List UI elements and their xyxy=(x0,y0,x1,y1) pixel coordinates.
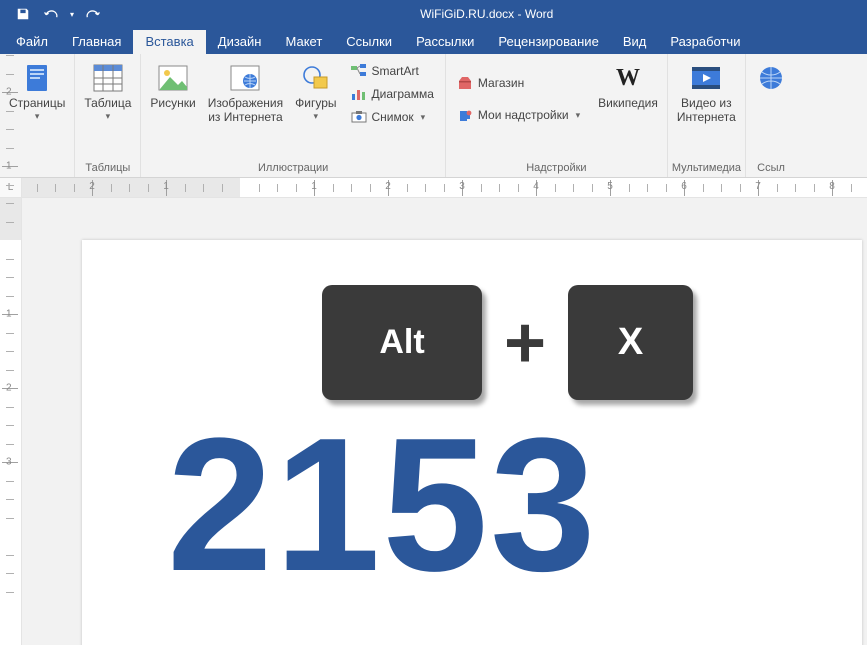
online-video-button[interactable]: Видео из Интернета xyxy=(672,58,741,125)
pictures-label: Рисунки xyxy=(150,96,195,110)
key-combo-graphic: Alt + X xyxy=(322,285,822,400)
title-bar: ▾ WiFiGiD.RU.docx - Word xyxy=(0,0,867,28)
tab-insert[interactable]: Вставка xyxy=(133,30,205,54)
x-key-graphic: X xyxy=(568,285,693,400)
table-label: Таблица xyxy=(84,96,131,110)
shapes-button[interactable]: Фигуры ▾ xyxy=(290,58,341,123)
group-addins: Магазин Мои надстройки ▾ W Википедия Над… xyxy=(446,54,668,177)
tab-view[interactable]: Вид xyxy=(611,30,659,54)
tab-home[interactable]: Главная xyxy=(60,30,133,54)
pictures-button[interactable]: Рисунки xyxy=(145,58,200,111)
work-area: 21123 Alt + X 2153 xyxy=(0,198,867,645)
tab-review[interactable]: Рецензирование xyxy=(486,30,610,54)
tab-developer[interactable]: Разработчи xyxy=(658,30,752,54)
document-name: WiFiGiD.RU.docx xyxy=(420,7,514,21)
plus-symbol: + xyxy=(504,307,546,379)
chevron-down-icon: ▾ xyxy=(421,112,426,123)
store-button[interactable]: Магазин xyxy=(452,72,585,94)
smartart-label: SmartArt xyxy=(372,64,419,78)
smartart-icon xyxy=(351,63,367,79)
table-button[interactable]: Таблица ▾ xyxy=(79,58,136,123)
chevron-down-icon: ▾ xyxy=(314,111,319,122)
page-viewport: Alt + X 2153 xyxy=(22,198,867,645)
screenshot-icon xyxy=(351,109,367,125)
my-addins-label: Мои надстройки xyxy=(478,108,569,122)
online-picture-icon xyxy=(229,62,261,94)
undo-dropdown[interactable]: ▾ xyxy=(66,3,78,25)
online-pictures-label: Изображения из Интернета xyxy=(208,96,283,124)
chevron-down-icon: ▾ xyxy=(35,111,40,122)
shapes-icon xyxy=(300,62,332,94)
unicode-code-text: 2153 xyxy=(167,410,822,600)
app-name: Word xyxy=(525,7,553,21)
chevron-down-icon: ▾ xyxy=(576,110,581,121)
chart-icon xyxy=(351,86,367,102)
save-icon xyxy=(16,7,30,21)
ribbon-tabstrip: Файл Главная Вставка Дизайн Макет Ссылки… xyxy=(0,28,867,54)
tab-mailings[interactable]: Рассылки xyxy=(404,30,486,54)
ruler-row: L 21123456789 xyxy=(0,178,867,198)
ruler-tab-selector[interactable]: L xyxy=(0,178,22,197)
pages-button[interactable]: Страницы ▾ xyxy=(4,58,70,123)
group-illustrations-label: Иллюстрации xyxy=(145,160,441,177)
redo-icon xyxy=(85,7,101,21)
online-pictures-button[interactable]: Изображения из Интернета xyxy=(203,58,288,125)
tab-file[interactable]: Файл xyxy=(4,30,60,54)
pages-label: Страницы xyxy=(9,96,65,110)
screenshot-label: Снимок xyxy=(372,110,414,124)
title-separator: - xyxy=(518,7,525,21)
tab-references[interactable]: Ссылки xyxy=(334,30,404,54)
page-icon xyxy=(21,62,53,94)
store-icon xyxy=(457,75,473,91)
picture-icon xyxy=(157,62,189,94)
screenshot-button[interactable]: Снимок ▾ xyxy=(346,106,439,128)
group-tables-label: Таблицы xyxy=(79,160,136,177)
save-button[interactable] xyxy=(10,3,36,25)
link-icon xyxy=(755,62,787,94)
wikipedia-label: Википедия xyxy=(598,96,658,110)
vertical-ruler[interactable]: 21123 xyxy=(0,198,22,645)
wikipedia-button[interactable]: W Википедия xyxy=(593,58,663,111)
undo-button[interactable] xyxy=(38,3,64,25)
tab-layout[interactable]: Макет xyxy=(273,30,334,54)
group-links: Ссыл xyxy=(746,54,796,177)
group-illustrations: Рисунки Изображения из Интернета Фигуры … xyxy=(141,54,446,177)
table-icon xyxy=(92,62,124,94)
store-label: Магазин xyxy=(478,76,524,90)
smartart-button[interactable]: SmartArt xyxy=(346,60,439,82)
undo-icon xyxy=(43,7,59,21)
addins-icon xyxy=(457,107,473,123)
group-pages-label xyxy=(4,160,70,177)
links-button[interactable] xyxy=(750,58,792,97)
chart-button[interactable]: Диаграмма xyxy=(346,83,439,105)
group-pages: Страницы ▾ xyxy=(0,54,75,177)
group-media: Видео из Интернета Мультимедиа xyxy=(668,54,746,177)
online-video-label: Видео из Интернета xyxy=(677,96,736,124)
shapes-label: Фигуры xyxy=(295,96,336,110)
group-media-label: Мультимедиа xyxy=(672,160,741,177)
group-links-label: Ссыл xyxy=(750,160,792,177)
ribbon: Страницы ▾ Таблица ▾ Таблицы Рисунки xyxy=(0,54,867,178)
group-addins-label: Надстройки xyxy=(450,160,663,177)
group-tables: Таблица ▾ Таблицы xyxy=(75,54,141,177)
my-addins-button[interactable]: Мои надстройки ▾ xyxy=(452,104,585,126)
tab-design[interactable]: Дизайн xyxy=(206,30,274,54)
window-title: WiFiGiD.RU.docx - Word xyxy=(420,7,553,21)
document-page[interactable]: Alt + X 2153 xyxy=(82,240,862,645)
alt-key-graphic: Alt xyxy=(322,285,482,400)
video-icon xyxy=(690,62,722,94)
chevron-down-icon: ▾ xyxy=(70,10,74,19)
wikipedia-icon: W xyxy=(612,62,644,94)
redo-button[interactable] xyxy=(80,3,106,25)
chevron-down-icon: ▾ xyxy=(106,111,111,122)
horizontal-ruler[interactable]: 21123456789 xyxy=(22,178,867,197)
chart-label: Диаграмма xyxy=(372,87,434,101)
quick-access-toolbar: ▾ xyxy=(0,3,106,25)
